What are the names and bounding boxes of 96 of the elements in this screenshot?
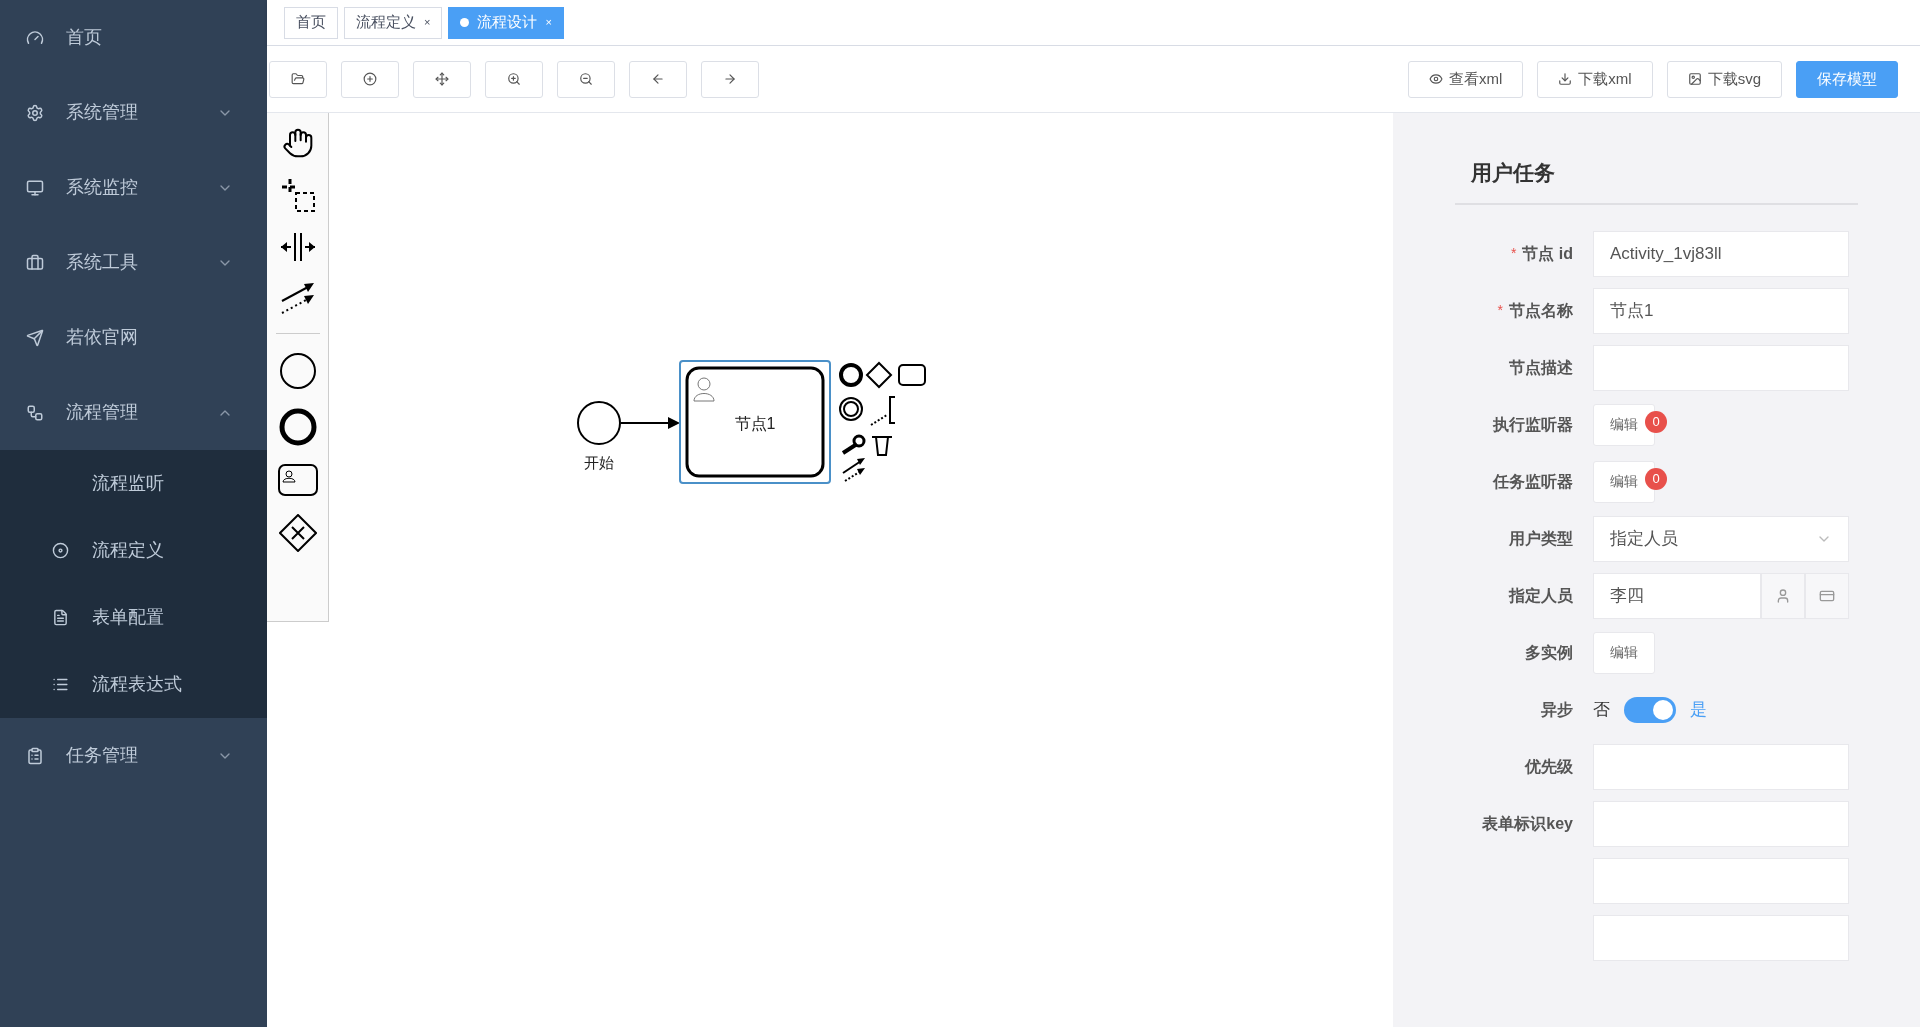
sidebar-item[interactable]: 若依官网 <box>0 300 267 375</box>
switch-on-label: 是 <box>1690 698 1707 721</box>
toggle-switch[interactable] <box>1624 696 1676 723</box>
submenu-label: 流程表达式 <box>92 673 182 696</box>
menu-icon <box>26 28 44 47</box>
toolbar-button[interactable] <box>701 60 759 98</box>
submenu-item[interactable]: 流程表达式 <box>0 651 267 718</box>
field-label: 表单标识key <box>1482 813 1573 834</box>
panel-title: 用户任务 <box>1471 161 1555 184</box>
submenu-item[interactable]: 流程监听 <box>0 450 267 517</box>
menu-label: 任务管理 <box>66 744 139 767</box>
tab[interactable]: 首页 <box>284 6 338 39</box>
required-asterisk: * <box>1510 244 1517 263</box>
sidebar-item[interactable]: 流程管理 <box>0 375 267 450</box>
input-field[interactable]: 李四 <box>1593 572 1761 619</box>
user-picker-button[interactable] <box>1761 572 1805 619</box>
download-icon <box>1558 72 1573 86</box>
move-icon <box>435 72 449 86</box>
field-label: 多实例 <box>1525 642 1573 663</box>
toolbar-action-button[interactable]: 查看xml <box>1408 60 1524 98</box>
menu-label: 流程管理 <box>66 401 139 424</box>
toolbar-button[interactable] <box>629 60 687 98</box>
field-label: 执行监听器 <box>1493 414 1573 435</box>
tab-label: 流程定义 <box>356 12 416 33</box>
count-badge: 0 <box>1645 410 1667 433</box>
submenu-label: 流程监听 <box>92 472 164 495</box>
submenu-item[interactable]: 表单配置 <box>0 584 267 651</box>
hand-tool-icon[interactable] <box>281 127 314 159</box>
menu-label: 首页 <box>66 26 103 49</box>
tab-label: 首页 <box>296 12 326 33</box>
add-circle-icon <box>363 72 377 86</box>
toolbar-button[interactable] <box>413 60 471 98</box>
toolbar-button[interactable] <box>485 60 543 98</box>
sidebar-item[interactable]: 任务管理 <box>0 718 267 793</box>
user-icon <box>1775 587 1791 604</box>
connect-tool-icon[interactable] <box>279 281 316 315</box>
open-folder-icon <box>291 72 305 86</box>
required-asterisk: * <box>1497 301 1503 320</box>
menu-icon <box>26 328 44 347</box>
end-event-icon[interactable] <box>278 408 317 446</box>
edit-button[interactable]: 编辑 <box>1593 631 1655 674</box>
image-icon <box>1687 72 1702 86</box>
field-label: 异步 <box>1541 699 1573 720</box>
zoom-in-icon <box>507 72 521 86</box>
zoom-out-icon <box>579 72 593 86</box>
redo-arrow-icon <box>723 72 737 86</box>
sequence-flow-arrow[interactable] <box>620 417 680 429</box>
user-task-drawing[interactable]: 节点1 <box>679 360 831 484</box>
count-badge: 0 <box>1645 467 1667 490</box>
gateway-icon[interactable] <box>278 514 317 552</box>
tab[interactable]: 流程定义 × <box>344 6 443 39</box>
submenu-label: 表单配置 <box>92 606 164 629</box>
menu-icon <box>26 253 44 272</box>
space-tool-icon[interactable] <box>278 231 317 263</box>
tab-close[interactable]: × <box>424 14 431 31</box>
sidebar-item[interactable]: 系统工具 <box>0 225 267 300</box>
undo-arrow-icon <box>651 72 665 86</box>
user-task-icon[interactable] <box>277 464 318 496</box>
toolbar-button[interactable] <box>557 60 615 98</box>
menu-icon <box>26 103 44 122</box>
switch-off-label: 否 <box>1593 698 1610 721</box>
submenu-item[interactable]: 流程定义 <box>0 517 267 584</box>
field-label: 节点描述 <box>1509 357 1573 378</box>
toolbar-button[interactable] <box>269 60 327 98</box>
submenu-label: 流程定义 <box>92 539 164 562</box>
field-label: 节点 id <box>1522 243 1573 264</box>
field-label: 指定人员 <box>1509 585 1573 606</box>
menu-label: 若依官网 <box>66 326 139 349</box>
submenu-icon <box>52 609 69 626</box>
sidebar-item[interactable]: 系统监控 <box>0 150 267 225</box>
select-field[interactable]: 指定人员 <box>1593 515 1849 562</box>
tab-label: 流程设计 <box>477 12 538 33</box>
start-event-icon[interactable] <box>278 352 317 390</box>
sidebar-item[interactable]: 首页 <box>0 0 267 75</box>
menu-icon <box>26 746 44 765</box>
toolbar-action-button[interactable]: 下载xml <box>1537 60 1653 98</box>
menu-label: 系统监控 <box>66 176 139 199</box>
field-label: 用户类型 <box>1509 528 1573 549</box>
input-field[interactable]: Activity_1vj83ll <box>1593 230 1849 277</box>
lasso-tool-icon[interactable] <box>279 177 316 213</box>
sidebar-item[interactable]: 系统管理 <box>0 75 267 150</box>
menu-icon <box>26 403 44 422</box>
field-label: 任务监听器 <box>1493 471 1573 492</box>
card-picker-button[interactable] <box>1805 572 1849 619</box>
input-field[interactable]: 节点1 <box>1593 287 1849 334</box>
context-pad-drawing[interactable] <box>839 361 926 482</box>
field-label: 优先级 <box>1525 756 1573 777</box>
field-label: 节点名称 <box>1509 300 1573 321</box>
eye-icon <box>1429 72 1443 86</box>
submenu-icon <box>52 676 69 693</box>
menu-icon <box>26 178 44 197</box>
submenu-icon <box>52 542 69 559</box>
toolbar-action-button[interactable]: 下载svg <box>1666 60 1782 98</box>
menu-label: 系统管理 <box>66 101 139 124</box>
menu-label: 系统工具 <box>66 251 139 274</box>
toolbar-button[interactable] <box>341 60 399 98</box>
